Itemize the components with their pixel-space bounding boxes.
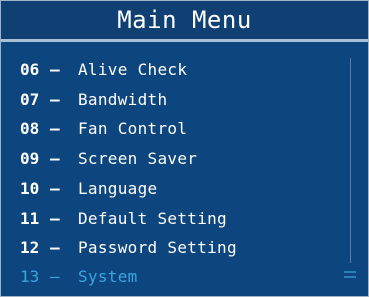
- menu-item-screen-saver[interactable]: 09 – Screen Saver: [20, 146, 197, 170]
- menu-item-dash: –: [50, 118, 60, 138]
- menu-item-label: Alive Check: [78, 59, 188, 79]
- menu-item-number: 10: [20, 178, 40, 198]
- menu-item-label: System: [78, 266, 138, 286]
- title-bar: Main Menu: [1, 1, 368, 42]
- menu-item-fan-control[interactable]: 08 – Fan Control: [20, 116, 187, 140]
- scrollbar-track[interactable]: [350, 58, 351, 263]
- menu-item-number: 13: [20, 266, 40, 286]
- menu-item-dash: –: [50, 237, 60, 257]
- menu-item-dash: –: [50, 59, 60, 79]
- menu-item-number: 07: [20, 89, 40, 109]
- menu-item-label: Password Setting: [78, 237, 237, 257]
- scrollbar-grip-line: [344, 276, 356, 278]
- scrollbar-grip-line: [344, 271, 356, 273]
- menu-item-alive-check[interactable]: 06 – Alive Check: [20, 57, 187, 81]
- main-menu-window: Main Menu 06 – Alive Check 07 – Bandwidt…: [0, 0, 369, 297]
- menu-item-system[interactable]: 13 – System: [20, 264, 138, 288]
- menu-item-number: 09: [20, 148, 40, 168]
- menu-item-label: Screen Saver: [78, 148, 198, 168]
- menu-item-number: 11: [20, 208, 40, 228]
- menu-item-bandwidth[interactable]: 07 – Bandwidth: [20, 87, 167, 111]
- menu-item-dash: –: [50, 208, 60, 228]
- menu-item-label: Bandwidth: [78, 89, 168, 109]
- menu-item-number: 06: [20, 59, 40, 79]
- menu-item-password-setting[interactable]: 12 – Password Setting: [20, 235, 237, 259]
- menu-item-label: Default Setting: [78, 208, 227, 228]
- menu-item-dash: –: [50, 266, 60, 286]
- menu-item-dash: –: [50, 89, 60, 109]
- menu-item-label: Fan Control: [78, 118, 188, 138]
- menu-item-dash: –: [50, 148, 60, 168]
- menu-item-default-setting[interactable]: 11 – Default Setting: [20, 206, 227, 230]
- menu-title: Main Menu: [117, 6, 252, 34]
- menu-item-language[interactable]: 10 – Language: [20, 176, 157, 200]
- menu-item-number: 12: [20, 237, 40, 257]
- menu-item-label: Language: [78, 178, 158, 198]
- menu-item-number: 08: [20, 118, 40, 138]
- menu-list: 06 – Alive Check 07 – Bandwidth 08 – Fan…: [1, 42, 368, 296]
- scrollbar-thumb[interactable]: [344, 271, 356, 279]
- menu-item-dash: –: [50, 178, 60, 198]
